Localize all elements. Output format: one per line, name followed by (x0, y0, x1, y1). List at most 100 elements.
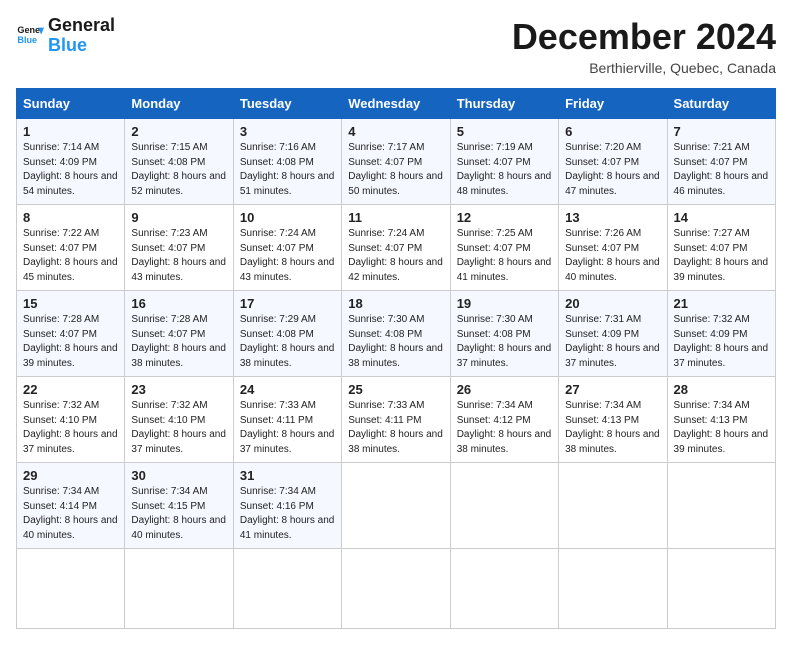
calendar-cell: 24 Sunrise: 7:33 AMSunset: 4:11 PMDayligh… (233, 377, 341, 463)
calendar-cell: 10Sunrise: 7:24 AMSunset: 4:07 PMDayligh… (233, 205, 341, 291)
calendar-cell (125, 549, 233, 629)
calendar-cell: 22 Sunrise: 7:32 AMSunset: 4:10 PMDayligh… (17, 377, 125, 463)
day-info: Sunrise: 7:34 AMSunset: 4:14 PMDaylight:… (23, 485, 118, 543)
header-tuesday: Tuesday (233, 89, 341, 119)
calendar-cell: 27Sunrise: 7:34 AMSunset: 4:13 PMDayligh… (559, 377, 667, 463)
day-info: Sunrise: 7:16 AMSunset: 4:08 PMDaylight:… (240, 141, 335, 199)
month-title: December 2024 (512, 16, 776, 58)
calendar-week-row (17, 549, 776, 629)
day-info: Sunrise: 7:21 AMSunset: 4:07 PMDaylight:… (674, 141, 769, 199)
calendar-cell: 15 Sunrise: 7:28 AMSunset: 4:07 PMDayligh… (17, 291, 125, 377)
day-info: Sunrise: 7:32 AMSunset: 4:09 PMDaylight:… (674, 313, 769, 371)
day-number: 8 (23, 210, 118, 225)
day-info: Sunrise: 7:28 AMSunset: 4:07 PMDaylight:… (23, 313, 118, 371)
day-number: 1 (23, 124, 118, 139)
day-number: 5 (457, 124, 552, 139)
day-info: Sunrise: 7:29 AMSunset: 4:08 PMDaylight:… (240, 313, 335, 371)
calendar-cell (450, 549, 558, 629)
header-sunday: Sunday (17, 89, 125, 119)
day-number: 2 (131, 124, 226, 139)
calendar-week-row: 22 Sunrise: 7:32 AMSunset: 4:10 PMDayligh… (17, 377, 776, 463)
header-thursday: Thursday (450, 89, 558, 119)
day-number: 12 (457, 210, 552, 225)
logo-text-general: General (48, 16, 115, 36)
day-number: 18 (348, 296, 443, 311)
day-number: 28 (674, 382, 769, 397)
calendar-cell: 12 Sunrise: 7:25 AMSunset: 4:07 PMDayligh… (450, 205, 558, 291)
day-info: Sunrise: 7:33 AMSunset: 4:11 PMDaylight:… (240, 399, 335, 457)
day-number: 26 (457, 382, 552, 397)
day-number: 24 (240, 382, 335, 397)
calendar-cell (342, 463, 450, 549)
day-info: Sunrise: 7:28 AMSunset: 4:07 PMDaylight:… (131, 313, 226, 371)
day-number: 27 (565, 382, 660, 397)
calendar-cell: 30 Sunrise: 7:34 AMSunset: 4:15 PMDayligh… (125, 463, 233, 549)
calendar-week-row: 8 Sunrise: 7:22 AMSunset: 4:07 PMDaylight… (17, 205, 776, 291)
calendar-cell (342, 549, 450, 629)
calendar-cell: 26Sunrise: 7:34 AMSunset: 4:12 PMDayligh… (450, 377, 558, 463)
day-number: 17 (240, 296, 335, 311)
calendar-cell: 3 Sunrise: 7:16 AMSunset: 4:08 PMDaylight… (233, 119, 341, 205)
day-number: 23 (131, 382, 226, 397)
day-number: 15 (23, 296, 118, 311)
day-info: Sunrise: 7:15 AMSunset: 4:08 PMDaylight:… (131, 141, 226, 199)
day-info: Sunrise: 7:26 AMSunset: 4:07 PMDaylight:… (565, 227, 660, 285)
calendar-cell: 7 Sunrise: 7:21 AMSunset: 4:07 PMDaylight… (667, 119, 775, 205)
calendar-cell (559, 549, 667, 629)
day-number: 25 (348, 382, 443, 397)
logo-text-blue: Blue (48, 36, 115, 56)
day-info: Sunrise: 7:19 AMSunset: 4:07 PMDaylight:… (457, 141, 552, 199)
day-info: Sunrise: 7:14 AMSunset: 4:09 PMDaylight:… (23, 141, 118, 199)
day-info: Sunrise: 7:32 AMSunset: 4:10 PMDaylight:… (23, 399, 118, 457)
day-info: Sunrise: 7:27 AMSunset: 4:07 PMDaylight:… (674, 227, 769, 285)
day-info: Sunrise: 7:25 AMSunset: 4:07 PMDaylight:… (457, 227, 552, 285)
day-number: 31 (240, 468, 335, 483)
day-info: Sunrise: 7:32 AMSunset: 4:10 PMDaylight:… (131, 399, 226, 457)
calendar-cell: 31 Sunrise: 7:34 AMSunset: 4:16 PMDayligh… (233, 463, 341, 549)
day-info: Sunrise: 7:31 AMSunset: 4:09 PMDaylight:… (565, 313, 660, 371)
day-info: Sunrise: 7:23 AMSunset: 4:07 PMDaylight:… (131, 227, 226, 285)
calendar-cell: 1 Sunrise: 7:14 AMSunset: 4:09 PMDaylight… (17, 119, 125, 205)
day-info: Sunrise: 7:22 AMSunset: 4:07 PMDaylight:… (23, 227, 118, 285)
day-info: Sunrise: 7:34 AMSunset: 4:16 PMDaylight:… (240, 485, 335, 543)
calendar-table: Sunday Monday Tuesday Wednesday Thursday… (16, 88, 776, 629)
calendar-week-row: 15 Sunrise: 7:28 AMSunset: 4:07 PMDayligh… (17, 291, 776, 377)
logo-icon: General Blue (16, 22, 44, 50)
day-number: 9 (131, 210, 226, 225)
calendar-cell: 21 Sunrise: 7:32 AMSunset: 4:09 PMDayligh… (667, 291, 775, 377)
calendar-cell: 2 Sunrise: 7:15 AMSunset: 4:08 PMDaylight… (125, 119, 233, 205)
header-friday: Friday (559, 89, 667, 119)
day-info: Sunrise: 7:30 AMSunset: 4:08 PMDaylight:… (457, 313, 552, 371)
calendar-cell: 28 Sunrise: 7:34 AMSunset: 4:13 PMDayligh… (667, 377, 775, 463)
day-number: 19 (457, 296, 552, 311)
calendar-cell (450, 463, 558, 549)
calendar-cell: 19 Sunrise: 7:30 AMSunset: 4:08 PMDayligh… (450, 291, 558, 377)
day-number: 13 (565, 210, 660, 225)
calendar-cell: 5 Sunrise: 7:19 AMSunset: 4:07 PMDaylight… (450, 119, 558, 205)
calendar-cell (667, 463, 775, 549)
day-number: 14 (674, 210, 769, 225)
calendar-cell: 18Sunrise: 7:30 AMSunset: 4:08 PMDayligh… (342, 291, 450, 377)
calendar-cell: 23 Sunrise: 7:32 AMSunset: 4:10 PMDayligh… (125, 377, 233, 463)
calendar-cell: 4Sunrise: 7:17 AMSunset: 4:07 PMDaylight… (342, 119, 450, 205)
calendar-cell: 20Sunrise: 7:31 AMSunset: 4:09 PMDayligh… (559, 291, 667, 377)
calendar-cell: 17 Sunrise: 7:29 AMSunset: 4:08 PMDayligh… (233, 291, 341, 377)
calendar-week-row: 1 Sunrise: 7:14 AMSunset: 4:09 PMDaylight… (17, 119, 776, 205)
day-info: Sunrise: 7:34 AMSunset: 4:15 PMDaylight:… (131, 485, 226, 543)
calendar-cell: 13 Sunrise: 7:26 AMSunset: 4:07 PMDayligh… (559, 205, 667, 291)
day-number: 29 (23, 468, 118, 483)
day-number: 7 (674, 124, 769, 139)
day-number: 22 (23, 382, 118, 397)
day-number: 30 (131, 468, 226, 483)
calendar-cell: 9 Sunrise: 7:23 AMSunset: 4:07 PMDaylight… (125, 205, 233, 291)
day-number: 4 (348, 124, 443, 139)
subtitle: Berthierville, Quebec, Canada (512, 60, 776, 76)
day-info: Sunrise: 7:20 AMSunset: 4:07 PMDaylight:… (565, 141, 660, 199)
day-number: 21 (674, 296, 769, 311)
calendar-cell (667, 549, 775, 629)
calendar-week-row: 29 Sunrise: 7:34 AMSunset: 4:14 PMDayligh… (17, 463, 776, 549)
title-section: December 2024 Berthierville, Quebec, Can… (512, 16, 776, 76)
logo: General Blue General Blue (16, 16, 115, 56)
day-info: Sunrise: 7:34 AMSunset: 4:13 PMDaylight:… (674, 399, 769, 457)
day-number: 3 (240, 124, 335, 139)
